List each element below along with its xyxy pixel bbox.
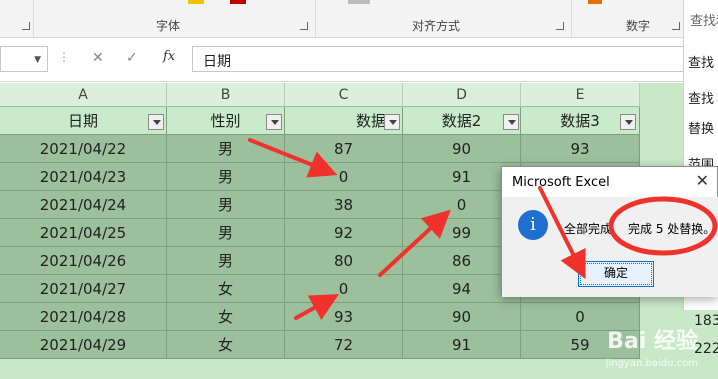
cell-data[interactable]: 38 [285,191,403,219]
filter-dropdown-icon[interactable] [384,114,400,130]
cell-data[interactable]: 0 [285,163,403,191]
formula-bar: ▼ ⋮ ✕ ✓ fx 日期 [0,38,718,82]
message-box-body: i 全部完成 完成 5 处替换。 确定 [502,197,718,297]
column-header-e[interactable]: E [521,83,640,107]
header-cell-date[interactable]: 日期 [0,107,167,135]
header-label: 数据2 [441,112,482,130]
ribbon: 字体 对齐方式 数字 [0,0,718,38]
font-launcher-icon[interactable] [300,22,308,30]
message-text: 全部完成 [564,222,613,236]
cell-data2[interactable]: 91 [403,331,521,359]
check-icon[interactable]: ✓ [126,50,138,66]
name-box[interactable]: ▼ [0,46,48,72]
table-row: 2021/04/28 女 93 90 0 [0,303,640,331]
filter-dropdown-icon[interactable] [620,114,636,130]
message-result: 完成 5 处替换。 [628,222,716,236]
insert-function-button[interactable]: fx [163,49,175,64]
table-row: 2021/04/22 男 87 90 93 [0,135,640,163]
cell-date[interactable]: 2021/04/27 [0,275,167,303]
formula-value: 日期 [203,54,231,70]
cell-gender[interactable]: 女 [167,331,285,359]
cell-gender[interactable]: 男 [167,219,285,247]
message-box-title: Microsoft Excel [512,175,610,190]
filter-dropdown-icon[interactable] [503,114,519,130]
cell-data[interactable]: 0 [285,275,403,303]
cell-date[interactable]: 2021/04/23 [0,163,167,191]
filter-dropdown-icon[interactable] [266,114,282,130]
cell-data[interactable]: 80 [285,247,403,275]
cell-date[interactable]: 2021/04/22 [0,135,167,163]
cell-data[interactable]: 93 [285,303,403,331]
column-header-d[interactable]: D [403,83,521,107]
cell-gender[interactable]: 男 [167,247,285,275]
table-row: 2021/04/29 女 72 91 59 [0,331,640,359]
cell-gender[interactable]: 男 [167,135,285,163]
clipboard-launcher-icon[interactable] [22,22,30,30]
message-box: Microsoft Excel ✕ i 全部完成 完成 5 处替换。 确定 [501,166,718,297]
cell-data[interactable]: 72 [285,331,403,359]
cell-gender[interactable]: 男 [167,191,285,219]
cell-gender[interactable]: 女 [167,303,285,331]
cell-data2[interactable]: 90 [403,135,521,163]
column-header-c[interactable]: C [285,83,403,107]
close-icon[interactable]: ✕ [696,171,709,190]
header-label: 日期 [67,112,98,130]
cell-date[interactable]: 2021/04/26 [0,247,167,275]
ribbon-group-alignment: 对齐方式 [316,0,572,38]
cell-date[interactable]: 2021/04/25 [0,219,167,247]
column-headers: A B C D E [0,83,640,107]
cell-data[interactable]: 92 [285,219,403,247]
header-label: 数据3 [560,112,600,130]
column-header-a[interactable]: A [0,83,167,107]
x-icon[interactable]: ✕ [92,50,104,66]
ok-button[interactable]: 确定 [578,261,654,287]
watermark-logo: Bai 经验 [607,329,698,354]
cell-data2[interactable]: 90 [403,303,521,331]
ribbon-group-font: 字体 [34,0,316,38]
cell-data[interactable]: 87 [285,135,403,163]
ribbon-group-number: 数字 [572,0,684,38]
cell-date[interactable]: 2021/04/28 [0,303,167,331]
tab-find[interactable]: 查找 [688,52,714,71]
alignment-launcher-icon[interactable] [556,22,564,30]
ribbon-group-label: 数字 [626,19,651,33]
chevron-down-icon[interactable]: ▼ [34,55,41,65]
table-header-row: 日期 性别 数据 数据2 数据3 [0,107,640,135]
ribbon-group-label: 字体 [156,19,181,33]
cell-data3[interactable]: 93 [521,135,640,163]
ribbon-group-label: 对齐方式 [412,19,461,33]
header-label: 性别 [210,112,241,130]
replace-label: 替换 [688,122,715,137]
formula-input[interactable]: 日期 [192,46,688,72]
header-label: 数据 [355,112,386,130]
ribbon-group-clipboard [0,0,34,38]
more-options-icon[interactable]: ⋮ [58,50,70,64]
cell-date[interactable]: 2021/04/24 [0,191,167,219]
info-icon: i [518,210,548,240]
find-label: 查找 [688,92,715,107]
column-header-b[interactable]: B [167,83,285,107]
number-launcher-icon[interactable] [672,22,680,30]
cell-date[interactable]: 2021/04/29 [0,331,167,359]
watermark-url: jingyan.baidu.com [605,358,698,369]
filter-dropdown-icon[interactable] [148,114,164,130]
cell-gender[interactable]: 女 [167,275,285,303]
dialog-title: 查找和 [690,14,718,29]
cell-gender[interactable]: 男 [167,163,285,191]
